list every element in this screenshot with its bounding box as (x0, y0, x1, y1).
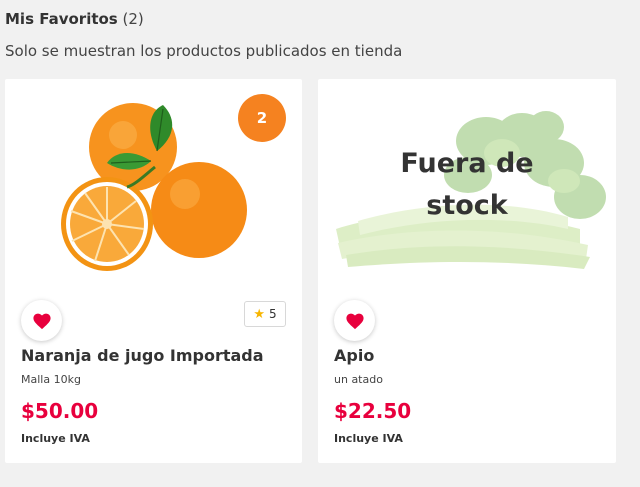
out-of-stock-label: Fuera de stock (400, 148, 534, 221)
favorites-count: (2) (122, 10, 144, 28)
product-unit: un atado (334, 373, 383, 386)
page-title: Mis Favoritos (2) (5, 8, 144, 30)
product-unit: Malla 10kg (21, 373, 81, 386)
favorites-page: Mis Favoritos (2) Solo se muestran los p… (0, 0, 640, 487)
product-price: $50.00 (21, 399, 99, 423)
rating-badge: ★ 5 (244, 301, 286, 327)
star-icon: ★ (253, 306, 265, 322)
page-subtitle: Solo se muestran los productos publicado… (5, 42, 403, 60)
product-name[interactable]: Naranja de jugo Importada (21, 345, 264, 367)
out-of-stock-overlay: Fuera de stock (318, 79, 616, 291)
cart-quantity-badge: 2 (238, 94, 286, 142)
favorite-button[interactable] (334, 300, 375, 341)
page-title-text: Mis Favoritos (5, 10, 118, 28)
heart-icon (345, 313, 364, 329)
product-card[interactable]: Fuera de stock Apio un atado $22.50 Incl… (318, 79, 616, 463)
tax-note: Incluye IVA (334, 432, 403, 445)
product-card[interactable]: 2 ★ 5 Naranja de jugo Importada Malla 10… (5, 79, 302, 463)
heart-icon (32, 313, 51, 329)
product-price: $22.50 (334, 399, 412, 423)
rating-value: 5 (269, 307, 277, 321)
product-name[interactable]: Apio (334, 345, 374, 367)
tax-note: Incluye IVA (21, 432, 90, 445)
favorite-button[interactable] (21, 300, 62, 341)
